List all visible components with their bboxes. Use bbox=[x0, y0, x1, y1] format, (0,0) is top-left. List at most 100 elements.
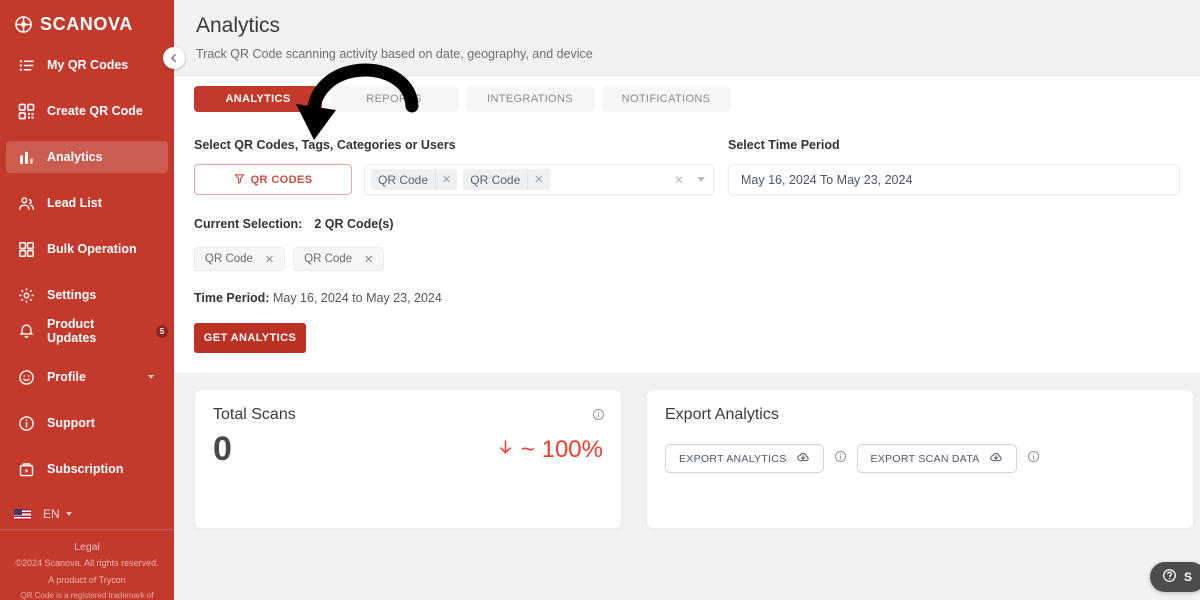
total-scans-card: Total Scans 0 ~ 100% bbox=[194, 389, 622, 529]
product-of-text: A product of Trycon bbox=[48, 575, 126, 586]
page-subtitle: Track QR Code scanning activity based on… bbox=[196, 47, 593, 61]
select-qr-label: Select QR Codes, Tags, Categories or Use… bbox=[194, 138, 456, 152]
sidebar-item-label: Create QR Code bbox=[47, 104, 143, 118]
filter-funnel-icon bbox=[234, 173, 245, 187]
export-analytics-title: Export Analytics bbox=[665, 406, 779, 423]
bar-chart-icon bbox=[18, 149, 35, 166]
chip-label: QR Code bbox=[378, 172, 429, 187]
total-scans-title: Total Scans bbox=[213, 406, 296, 423]
help-widget-label: S bbox=[1183, 570, 1192, 584]
info-circle-icon[interactable] bbox=[1027, 450, 1040, 468]
filter-panel: Select QR Codes, Tags, Categories or Use… bbox=[174, 124, 1200, 373]
smiley-icon bbox=[18, 369, 35, 386]
chevron-down-icon[interactable] bbox=[148, 375, 154, 379]
question-circle-icon bbox=[1162, 568, 1177, 586]
close-icon[interactable]: ✕ bbox=[435, 169, 457, 190]
sidebar-collapse-button[interactable] bbox=[163, 47, 185, 69]
multiselect-chip: QR Code ✕ bbox=[371, 169, 458, 190]
gear-icon bbox=[18, 287, 35, 304]
qr-codes-filter-label: QR CODES bbox=[250, 173, 313, 186]
multiselect-chip: QR Code ✕ bbox=[463, 169, 550, 190]
sidebar-item-create-qr-code[interactable]: Create QR Code bbox=[6, 95, 168, 127]
sidebar-item-analytics[interactable]: Analytics bbox=[6, 141, 168, 173]
language-selector[interactable]: EN bbox=[0, 499, 174, 529]
multiselect-actions: ✕ bbox=[674, 173, 705, 187]
sidebar-item-subscription[interactable]: Subscription bbox=[6, 453, 168, 485]
total-scans-delta-text: ~ 100% bbox=[520, 435, 603, 463]
product-updates-badge: 5 bbox=[156, 324, 168, 338]
sidebar-item-bulk-operation[interactable]: Bulk Operation bbox=[6, 233, 168, 265]
info-circle-icon[interactable] bbox=[834, 450, 847, 468]
chevron-down-icon bbox=[65, 512, 72, 516]
clear-all-icon[interactable]: ✕ bbox=[674, 173, 684, 187]
sidebar-item-label: Analytics bbox=[47, 150, 103, 164]
close-icon[interactable]: ✕ bbox=[265, 253, 274, 266]
export-analytics-label: EXPORT ANALYTICS bbox=[679, 452, 787, 465]
qr-selection-column: Select QR Codes, Tags, Categories or Use… bbox=[194, 138, 714, 195]
sidebar-item-support[interactable]: Support bbox=[6, 407, 168, 439]
cloud-download-icon bbox=[796, 450, 810, 467]
legal-link[interactable]: Legal bbox=[8, 540, 166, 555]
page-header: Analytics Track QR Code scanning activit… bbox=[174, 0, 1200, 76]
close-icon[interactable]: ✕ bbox=[527, 169, 549, 190]
logo-text: SCANOVA bbox=[40, 14, 133, 34]
tab-reports[interactable]: REPORTS bbox=[330, 86, 458, 112]
grid-blocks-icon bbox=[18, 241, 35, 258]
sidebar-item-settings[interactable]: Settings bbox=[6, 279, 168, 311]
app-root: SCANOVA My QR Codes Create QR Code Analy… bbox=[0, 0, 1200, 600]
time-period-summary: Time Period: May 16, 2024 to May 23, 202… bbox=[194, 291, 1180, 305]
total-scans-delta: ~ 100% bbox=[497, 436, 603, 464]
current-selection-row: Current Selection: 2 QR Code(s) bbox=[194, 217, 1180, 231]
us-flag-icon bbox=[14, 508, 31, 520]
list-icon bbox=[18, 57, 35, 74]
export-scan-data-label: EXPORT SCAN DATA bbox=[870, 452, 980, 465]
sidebar-item-label: Bulk Operation bbox=[47, 242, 137, 256]
sidebar-item-label: Settings bbox=[47, 288, 97, 302]
close-icon[interactable]: ✕ bbox=[364, 253, 373, 266]
info-circle-icon[interactable] bbox=[592, 408, 605, 426]
language-label: EN bbox=[43, 507, 60, 521]
tab-analytics[interactable]: ANALYTICS bbox=[194, 86, 322, 112]
sidebar-logo[interactable]: SCANOVA bbox=[0, 0, 174, 35]
qr-multiselect-input[interactable]: QR Code ✕ QR Code ✕ ✕ bbox=[364, 164, 714, 195]
subscription-box-icon bbox=[18, 461, 35, 478]
tab-notifications[interactable]: NOTIFICATIONS bbox=[602, 86, 730, 112]
current-selection-value: 2 QR Code(s) bbox=[314, 217, 394, 231]
sidebar-item-profile[interactable]: Profile bbox=[6, 361, 168, 393]
help-support-widget[interactable]: S bbox=[1149, 562, 1200, 592]
chevron-down-icon[interactable] bbox=[697, 177, 705, 182]
time-period-input[interactable]: May 16, 2024 To May 23, 2024 bbox=[728, 164, 1180, 195]
selected-chips: QR Code ✕ QR Code ✕ bbox=[194, 247, 1180, 271]
sidebar-item-lead-list[interactable]: Lead List bbox=[6, 187, 168, 219]
target-icon bbox=[14, 15, 33, 34]
sidebar-item-my-qr-codes[interactable]: My QR Codes bbox=[6, 49, 168, 81]
time-period-summary-label: Time Period: bbox=[194, 291, 270, 305]
cards-row: Total Scans 0 ~ 100% Export Analytics EX… bbox=[174, 373, 1200, 529]
sidebar-item-label: Product Updates bbox=[47, 317, 97, 345]
chip-label: QR Code bbox=[205, 253, 253, 265]
total-scans-value-row: 0 ~ 100% bbox=[213, 430, 603, 469]
sidebar-item-product-updates[interactable]: Product Updates 5 bbox=[6, 315, 168, 347]
sidebar: SCANOVA My QR Codes Create QR Code Analy… bbox=[0, 0, 185, 600]
filter-row: Select QR Codes, Tags, Categories or Use… bbox=[194, 138, 1180, 195]
qr-codes-filter-button[interactable]: QR CODES bbox=[194, 164, 352, 195]
chip-label: QR Code bbox=[304, 253, 353, 265]
get-analytics-button[interactable]: GET ANALYTICS bbox=[194, 323, 306, 353]
sidebar-item-label: My QR Codes bbox=[47, 58, 129, 72]
export-analytics-button[interactable]: EXPORT ANALYTICS bbox=[665, 444, 824, 473]
cloud-download-icon bbox=[989, 450, 1003, 467]
export-scan-data-button[interactable]: EXPORT SCAN DATA bbox=[856, 444, 1017, 473]
bell-icon bbox=[18, 323, 35, 340]
tab-integrations[interactable]: INTEGRATIONS bbox=[466, 86, 594, 112]
sidebar-item-label: Support bbox=[47, 416, 95, 430]
time-period-summary-value: May 16, 2024 to May 23, 2024 bbox=[272, 291, 442, 305]
current-selection-label: Current Selection: bbox=[194, 217, 303, 231]
export-analytics-card: Export Analytics EXPORT ANALYTICS EXPORT… bbox=[646, 389, 1194, 529]
page-title: Analytics bbox=[196, 14, 281, 37]
